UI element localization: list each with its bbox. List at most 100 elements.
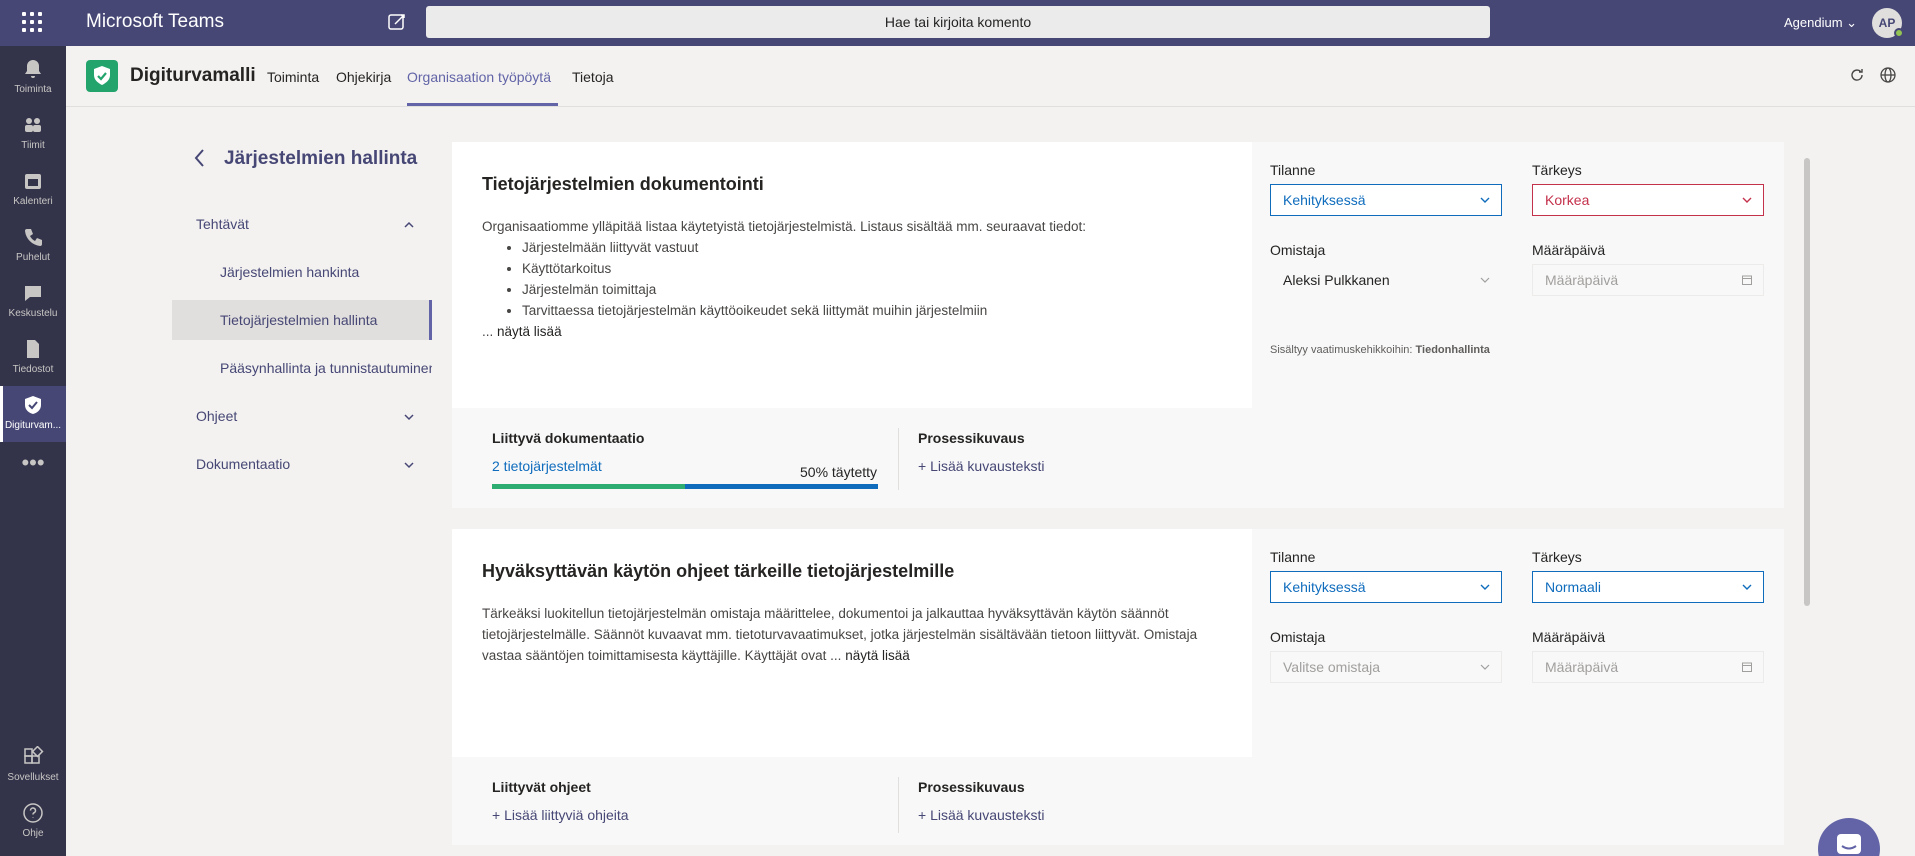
rail-label: Sovellukset	[7, 772, 59, 783]
globe-icon[interactable]	[1879, 66, 1897, 84]
progress-text: 50% täytetty	[800, 464, 878, 480]
footer-divider	[898, 428, 899, 490]
refresh-icon[interactable]	[1848, 66, 1866, 84]
owner-label: Omistaja	[1270, 242, 1326, 258]
due-date-placeholder: Määräpäivä	[1545, 659, 1619, 675]
status-value: Kehityksessä	[1283, 579, 1366, 595]
rail-item-teams[interactable]: Tiimit	[0, 106, 66, 162]
rail-item-files[interactable]: Tiedostot	[0, 330, 66, 386]
left-rail: Toiminta Tiimit Kalenteri Puhelut Keskus…	[0, 46, 66, 856]
nav-group-tehtavat[interactable]: Tehtävät	[196, 216, 249, 232]
back-arrow-icon[interactable]	[190, 146, 210, 170]
app-name: Digiturvamalli	[130, 65, 256, 86]
chevron-down-icon	[1480, 277, 1490, 283]
rail-item-digiturvamalli[interactable]: Digiturvam...	[0, 386, 66, 442]
add-description-link[interactable]: + Lisää kuvausteksti	[918, 807, 1044, 823]
rail-label: Ohje	[22, 828, 44, 839]
tab-tietoja[interactable]: Tietoja	[572, 69, 614, 85]
card-body: Tärkeäksi luokitellun tietojärjestelmän …	[482, 606, 1198, 663]
add-guides-link[interactable]: + Lisää liittyviä ohjeita	[492, 807, 629, 823]
tab-organisaation-tyopoyta[interactable]: Organisaation työpöytä	[407, 69, 551, 85]
chevron-down-icon[interactable]	[402, 410, 416, 424]
progress-fill	[492, 484, 685, 489]
status-dropdown[interactable]: Kehityksessä	[1270, 571, 1502, 603]
owner-value: Aleksi Pulkkanen	[1283, 272, 1390, 288]
priority-value: Normaali	[1545, 579, 1602, 595]
due-date-label: Määräpäivä	[1532, 629, 1606, 645]
card-intro: Organisaatiomme ylläpitää listaa käytety…	[482, 219, 1087, 234]
related-docs-link[interactable]: 2 tietojärjestelmät	[492, 458, 644, 474]
command-search-input[interactable]: Hae tai kirjoita komento	[426, 6, 1490, 38]
help-icon	[23, 803, 43, 823]
owner-dropdown[interactable]: Valitse omistaja	[1270, 651, 1502, 683]
show-more-link[interactable]: näytä lisää	[845, 648, 910, 663]
teams-icon	[25, 118, 41, 132]
card-description: Tärkeäksi luokitellun tietojärjestelmän …	[482, 603, 1232, 666]
owner-placeholder: Valitse omistaja	[1283, 659, 1381, 675]
nav-group-dokumentaatio[interactable]: Dokumentaatio	[196, 456, 290, 472]
process-title: Prosessikuvaus	[918, 430, 1025, 446]
due-date-picker[interactable]: Määräpäivä	[1532, 264, 1764, 296]
chevron-down-icon[interactable]	[402, 458, 416, 472]
card-main: Hyväksyttävän käytön ohjeet tärkeille ti…	[452, 529, 1252, 757]
list-item: Järjestelmän toimittaja	[522, 279, 1232, 300]
rail-item-apps[interactable]: Sovellukset	[0, 738, 66, 794]
framework-meta: Sisältyy vaatimuskehikkoihin: Tiedonhall…	[1270, 344, 1490, 356]
card-properties: Tilanne Kehityksessä Tärkeys Korkea Omis…	[1252, 142, 1784, 408]
status-label: Tilanne	[1270, 549, 1316, 565]
card-properties: Tilanne Kehityksessä Tärkeys Normaali Om…	[1252, 529, 1784, 757]
rail-label: Tiedostot	[12, 364, 54, 375]
status-dropdown[interactable]: Kehityksessä	[1270, 184, 1502, 216]
status-label: Tilanne	[1270, 162, 1316, 178]
add-description-link[interactable]: + Lisää kuvausteksti	[918, 458, 1044, 474]
card-footer: Liittyvä dokumentaatio 2 tietojärjestelm…	[452, 408, 1784, 508]
rail-label: Tiimit	[21, 140, 45, 151]
owner-dropdown[interactable]: Aleksi Pulkkanen	[1270, 264, 1502, 296]
rail-item-help[interactable]: Ohje	[0, 794, 66, 850]
digiturvamalli-logo-icon	[86, 60, 118, 92]
rail-label: Puhelut	[16, 252, 50, 263]
ellipsis: ...	[482, 324, 494, 339]
app-launcher-icon[interactable]	[22, 12, 42, 32]
card-main: Tietojärjestelmien dokumentointi Organis…	[452, 142, 1252, 408]
chat-icon	[1837, 834, 1861, 854]
calendar-icon	[1742, 275, 1752, 285]
rail-item-activity[interactable]: Toiminta	[0, 50, 66, 106]
rail-item-calls[interactable]: Puhelut	[0, 218, 66, 274]
rail-more-button[interactable]: •••	[0, 442, 66, 498]
chevron-down-icon	[1480, 584, 1490, 590]
framework-prefix: Sisältyy vaatimuskehikkoihin:	[1270, 344, 1413, 356]
nav-item-tietojarjestelmien-hallinta[interactable]: Tietojärjestelmien hallinta	[172, 300, 432, 340]
due-date-label: Määräpäivä	[1532, 242, 1606, 258]
card-title: Tietojärjestelmien dokumentointi	[482, 174, 764, 194]
list-item: Järjestelmään liittyvät vastuut	[522, 237, 1232, 258]
phone-icon	[25, 229, 42, 246]
process-description: Prosessikuvaus + Lisää kuvausteksti	[918, 430, 1044, 474]
priority-label: Tärkeys	[1532, 549, 1582, 565]
priority-dropdown[interactable]: Normaali	[1532, 571, 1764, 603]
org-switcher[interactable]: Agendium ⌄	[1784, 15, 1857, 31]
nav-item-jarjestelmien-hankinta[interactable]: Järjestelmien hankinta	[172, 252, 432, 292]
app-header: Digiturvamalli Toiminta Ohjekirja Organi…	[66, 46, 1915, 107]
chevron-up-icon[interactable]	[402, 218, 416, 232]
process-description: Prosessikuvaus + Lisää kuvausteksti	[918, 779, 1044, 823]
nav-group-ohjeet[interactable]: Ohjeet	[196, 408, 237, 424]
compose-icon[interactable]	[387, 12, 407, 32]
tab-toiminta[interactable]: Toiminta	[267, 69, 319, 85]
bell-icon	[25, 60, 41, 78]
chat-icon	[25, 286, 41, 301]
scrollbar-thumb[interactable]	[1804, 158, 1810, 606]
priority-dropdown[interactable]: Korkea	[1532, 184, 1764, 216]
rail-item-calendar[interactable]: Kalenteri	[0, 162, 66, 218]
list-item: Käyttötarkoitus	[522, 258, 1232, 279]
rail-item-chat[interactable]: Keskustelu	[0, 274, 66, 330]
file-icon	[27, 340, 39, 358]
rail-label: Keskustelu	[8, 308, 58, 319]
app-title: Microsoft Teams	[86, 11, 224, 32]
chat-launcher-button[interactable]	[1818, 818, 1880, 856]
tab-ohjekirja[interactable]: Ohjekirja	[336, 69, 391, 85]
show-more-link[interactable]: näytä lisää	[497, 324, 562, 339]
due-date-picker[interactable]: Määräpäivä	[1532, 651, 1764, 683]
card-footer: Liittyvät ohjeet + Lisää liittyviä ohjei…	[452, 757, 1784, 845]
nav-item-paasynhallinta[interactable]: Pääsynhallinta ja tunnistautuminen	[172, 348, 432, 388]
